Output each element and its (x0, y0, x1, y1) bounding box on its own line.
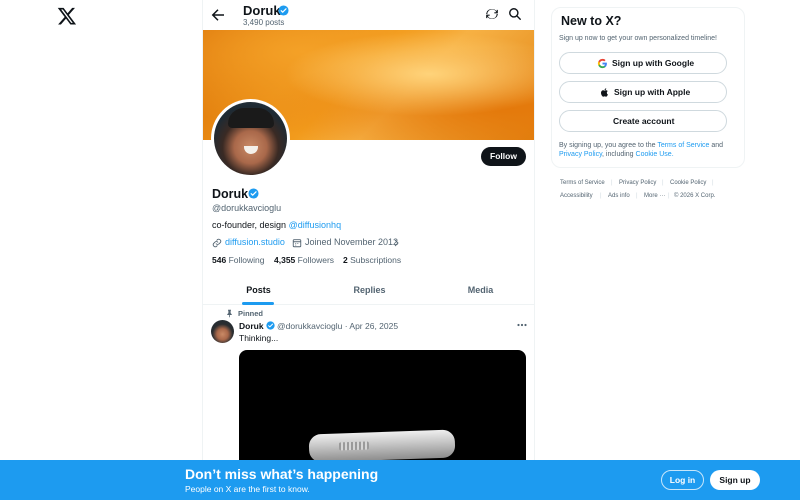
tab-media[interactable]: Media (425, 276, 534, 305)
signup-terms: By signing up, you agree to the Terms of… (559, 141, 743, 159)
profile-avatar[interactable] (211, 99, 290, 178)
link-icon (212, 238, 222, 248)
calendar-icon (292, 239, 302, 248)
signup-card-subtitle: Sign up now to get your own personalized… (559, 35, 717, 42)
apple-icon (601, 88, 608, 97)
signup-button[interactable]: Sign up (710, 470, 760, 490)
privacy-link[interactable]: Privacy Policy (559, 151, 602, 158)
more-icon[interactable] (516, 320, 528, 330)
subscriptions-count: 2 (343, 255, 348, 265)
post-meta: @dorukkavcioglu · Apr 26, 2025 (277, 321, 399, 331)
footer-divider: | (600, 193, 602, 199)
terms-including: , including (602, 151, 636, 158)
apple-signup-label: Sign up with Apple (614, 87, 691, 97)
profile-name: Doruk (212, 187, 249, 201)
avatar-photo (214, 102, 287, 175)
header-name: Doruk (243, 3, 289, 18)
follow-button[interactable]: Follow (481, 147, 526, 166)
apple-signup-button[interactable]: Sign up with Apple (559, 81, 727, 103)
profile-bio: co-founder, design @diffusionhq (212, 220, 341, 230)
followers-count: 4,355 (274, 255, 296, 265)
signup-card-title: New to X? (561, 14, 622, 28)
create-account-label: Create account (613, 116, 675, 126)
google-signup-button[interactable]: Sign up with Google (559, 52, 727, 74)
google-signup-label: Sign up with Google (612, 58, 695, 68)
bottom-bar-title: Don’t miss what’s happening (185, 466, 379, 482)
footer-divider: | (712, 180, 714, 186)
footer-ads-link[interactable]: Ads info (608, 193, 630, 199)
chevron-right-icon[interactable] (392, 238, 401, 248)
footer-accessibility-link[interactable]: Accessibility (560, 193, 593, 199)
login-button[interactable]: Log in (661, 470, 704, 490)
subscriptions-label: Subscriptions (350, 255, 402, 265)
following-count: 546 (212, 255, 227, 265)
terms-link[interactable]: Terms of Service (657, 142, 709, 149)
post-author[interactable]: Doruk (239, 321, 264, 331)
media-device-image (308, 429, 456, 463)
footer-more-link[interactable]: More ··· (644, 193, 665, 199)
footer-terms-link[interactable]: Terms of Service (560, 180, 605, 186)
login-prompt-bar: Don’t miss what’s happening People on X … (0, 460, 800, 500)
post-avatar[interactable] (211, 320, 234, 343)
signup-card: New to X? Sign up now to get your own pe… (551, 7, 745, 168)
profile-column: Doruk 3,490 posts Follow Doruk @dorukkav… (202, 0, 535, 500)
followers-label: Followers (297, 255, 335, 265)
tab-posts[interactable]: Posts (203, 276, 314, 305)
bio-text: co-founder, design (212, 220, 289, 230)
post-text: Thinking... (239, 333, 279, 343)
back-arrow-icon[interactable] (209, 6, 227, 24)
bottom-bar-subtitle: People on X are the first to know. (185, 484, 310, 494)
footer-divider: | (662, 180, 664, 186)
profile-joined: Joined November 2012 (305, 237, 399, 247)
subscriptions-stat[interactable]: 2 Subscriptions (343, 255, 401, 265)
bio-mention-link[interactable]: @diffusionhq (289, 220, 342, 230)
footer-copyright: © 2026 X Corp. (674, 193, 716, 199)
pinned-label: Pinned (238, 309, 264, 318)
verified-icon (278, 5, 289, 16)
search-icon[interactable] (508, 7, 522, 21)
following-stat[interactable]: 546 Following (212, 255, 264, 265)
footer-divider: | (668, 193, 670, 199)
cookie-link[interactable]: Cookie Use. (636, 151, 674, 158)
create-account-button[interactable]: Create account (559, 110, 727, 132)
profile-header-bar: Doruk 3,490 posts (203, 0, 534, 30)
profile-handle: @dorukkavcioglu (212, 203, 282, 213)
profile-tabs: Posts Replies Media (203, 276, 534, 305)
avatar-smile (244, 146, 258, 154)
terms-and: and (709, 142, 724, 149)
profile-website-link[interactable]: diffusion.studio (225, 237, 285, 247)
following-label: Following (228, 255, 265, 265)
google-icon (597, 58, 607, 69)
terms-prefix: By signing up, you agree to the (559, 142, 658, 149)
verified-icon (266, 321, 275, 330)
pin-icon (227, 309, 232, 318)
verified-icon (248, 188, 259, 199)
footer-privacy-link[interactable]: Privacy Policy (619, 180, 656, 186)
refresh-icon[interactable] (485, 7, 499, 21)
followers-stat[interactable]: 4,355 Followers (274, 255, 334, 265)
avatar-cap (228, 108, 274, 128)
x-logo-icon[interactable] (57, 6, 77, 26)
footer-cookie-link[interactable]: Cookie Policy (670, 180, 706, 186)
header-posts-count: 3,490 posts (243, 18, 285, 27)
tab-replies[interactable]: Replies (314, 276, 425, 305)
footer-divider: | (611, 180, 613, 186)
footer-divider: | (636, 193, 638, 199)
